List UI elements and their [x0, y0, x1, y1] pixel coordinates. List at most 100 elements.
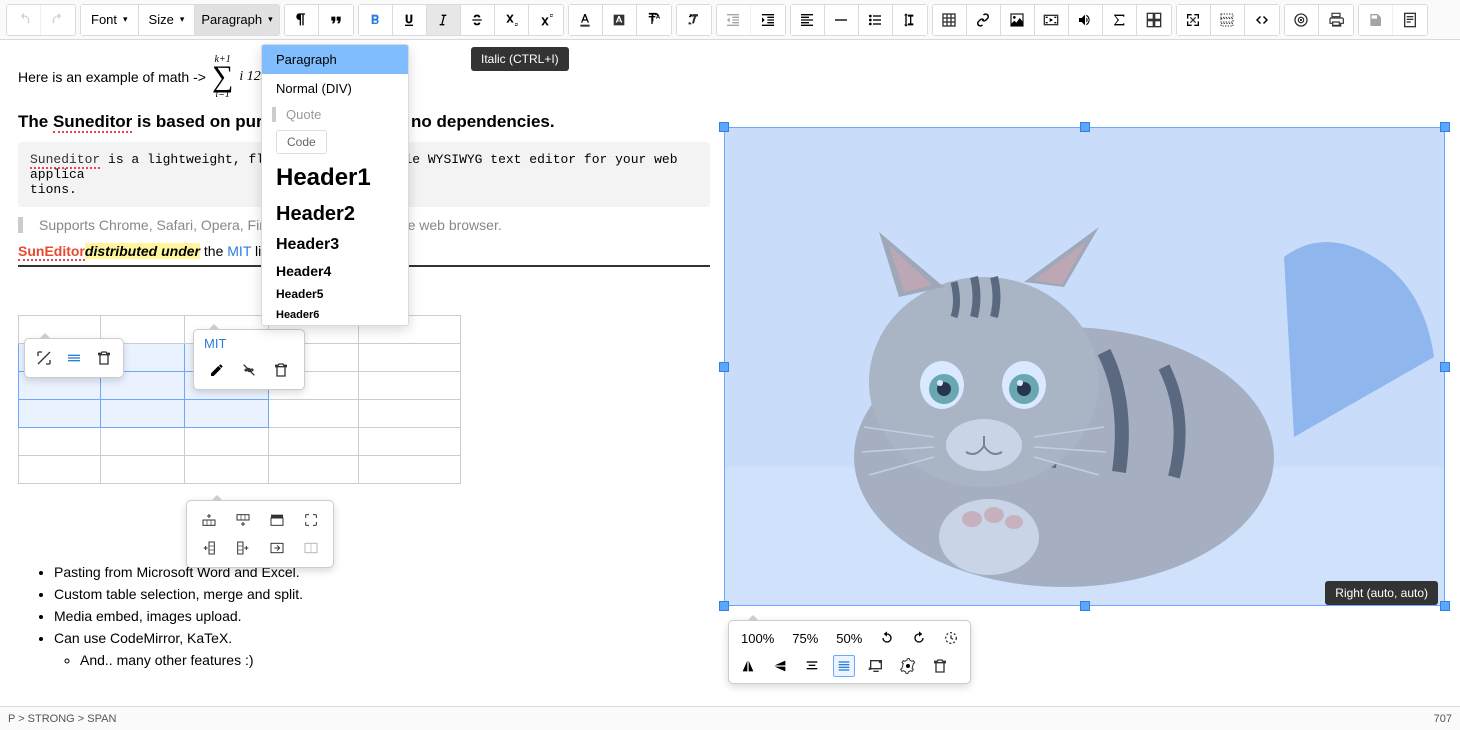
strike-button[interactable]	[461, 5, 495, 35]
pct-50[interactable]: 50%	[832, 629, 866, 648]
subscript-button[interactable]	[495, 5, 529, 35]
rotate-left-icon[interactable]	[876, 627, 898, 649]
resize-handle[interactable]	[1080, 601, 1090, 611]
font-color-button[interactable]	[569, 5, 603, 35]
insert-row-above-icon[interactable]	[195, 509, 223, 531]
mirror-v-icon[interactable]	[769, 655, 791, 677]
table-row	[19, 428, 461, 456]
preview-button[interactable]	[1285, 5, 1319, 35]
selection-overlay	[724, 127, 1445, 606]
size-select[interactable]: Size▾	[139, 5, 196, 35]
link-popup-text[interactable]: MIT	[204, 336, 294, 351]
table-row	[19, 456, 461, 484]
history-group	[6, 4, 76, 36]
char-count: 707	[1434, 713, 1452, 725]
header-icon[interactable]	[263, 509, 291, 531]
math-prefix: Here is an example of math ->	[18, 69, 206, 85]
size-label: Size	[149, 12, 174, 27]
style-group: Font▾ Size▾ Paragraph▾	[80, 4, 280, 36]
image-toolbar: 100% 75% 50%	[728, 620, 971, 684]
delete-image-icon[interactable]	[929, 655, 951, 677]
resize-handle[interactable]	[719, 601, 729, 611]
undo-button[interactable]	[7, 5, 41, 35]
resize-handle[interactable]	[1440, 122, 1450, 132]
insert-col-left-icon[interactable]	[195, 537, 223, 559]
caption-icon[interactable]	[865, 655, 887, 677]
code-view-button[interactable]	[1245, 5, 1279, 35]
revert-icon[interactable]	[940, 627, 962, 649]
text-style-button[interactable]	[637, 5, 671, 35]
pct-75[interactable]: 75%	[788, 629, 822, 648]
fullscreen-button[interactable]	[1177, 5, 1211, 35]
audio-button[interactable]	[1069, 5, 1103, 35]
line-height-button[interactable]	[893, 5, 927, 35]
resize-handle[interactable]	[1080, 122, 1090, 132]
superscript-button[interactable]	[529, 5, 563, 35]
remove-format-button[interactable]	[677, 5, 711, 35]
format-dropdown: Paragraph Normal (DIV) Quote Code Header…	[261, 44, 409, 326]
dropdown-item-code[interactable]: Code	[276, 130, 327, 154]
dropdown-item-h5[interactable]: Header5	[262, 283, 408, 305]
delete-icon[interactable]	[91, 345, 117, 371]
mirror-h-icon[interactable]	[737, 655, 759, 677]
dropdown-item-normal[interactable]: Normal (DIV)	[262, 74, 408, 103]
pct-100[interactable]: 100%	[737, 629, 778, 648]
template-button[interactable]	[1393, 5, 1427, 35]
dropdown-item-h4[interactable]: Header4	[262, 259, 408, 283]
show-blocks-button[interactable]	[1211, 5, 1245, 35]
print-button[interactable]	[1319, 5, 1353, 35]
hr-style-icon[interactable]	[61, 345, 87, 371]
underline-button[interactable]	[393, 5, 427, 35]
resize-handle[interactable]	[719, 122, 729, 132]
bold-button[interactable]	[359, 5, 393, 35]
italic-button[interactable]	[427, 5, 461, 35]
list-button[interactable]	[859, 5, 893, 35]
outdent-button[interactable]	[717, 5, 751, 35]
table-button[interactable]	[933, 5, 967, 35]
expand-icon[interactable]	[297, 509, 325, 531]
dropdown-item-h1[interactable]: Header1	[262, 158, 408, 198]
blockquote-button[interactable]	[319, 5, 353, 35]
image-gallery-button[interactable]	[1137, 5, 1171, 35]
dropdown-item-quote[interactable]: Quote	[272, 107, 398, 122]
align-button[interactable]	[791, 5, 825, 35]
hr-toolbar	[24, 338, 124, 378]
table-popup	[186, 500, 334, 568]
link-button[interactable]	[967, 5, 1001, 35]
edit-image-icon[interactable]	[897, 655, 919, 677]
dropdown-item-h2[interactable]: Header2	[262, 198, 408, 231]
math-button[interactable]	[1103, 5, 1137, 35]
caret-down-icon: ▾	[123, 14, 128, 25]
align-center-icon[interactable]	[801, 655, 823, 677]
unlink-icon[interactable]	[236, 357, 262, 383]
insert-col-right-icon[interactable]	[229, 537, 257, 559]
insert-row-below-icon[interactable]	[229, 509, 257, 531]
dropdown-item-h3[interactable]: Header3	[262, 231, 408, 259]
format-select[interactable]: Paragraph▾	[195, 5, 278, 35]
split-cells-icon[interactable]	[297, 537, 325, 559]
statusbar: P > STRONG > SPAN 707	[0, 706, 1460, 730]
float-basic-icon[interactable]	[833, 655, 855, 677]
rotate-right-icon[interactable]	[908, 627, 930, 649]
dropdown-item-h6[interactable]: Header6	[262, 305, 408, 325]
highlight-color-button[interactable]	[603, 5, 637, 35]
resize-handle[interactable]	[1440, 362, 1450, 372]
edit-link-icon[interactable]	[204, 357, 230, 383]
math-line: Here is an example of math -> k+1 ∑ i=1 …	[18, 54, 1442, 100]
image-selection[interactable]	[724, 127, 1445, 606]
merge-cells-icon[interactable]	[263, 537, 291, 559]
redo-button[interactable]	[41, 5, 75, 35]
link-popup: MIT	[193, 329, 305, 390]
resize-handle[interactable]	[719, 362, 729, 372]
font-select[interactable]: Font▾	[81, 5, 139, 35]
image-button[interactable]	[1001, 5, 1035, 35]
remove-link-icon[interactable]	[268, 357, 294, 383]
indent-button[interactable]	[751, 5, 785, 35]
paragraph-style-button[interactable]	[285, 5, 319, 35]
horizontal-rule-button[interactable]	[825, 5, 859, 35]
video-button[interactable]	[1035, 5, 1069, 35]
resize-handle[interactable]	[1440, 601, 1450, 611]
save-button[interactable]	[1359, 5, 1393, 35]
resize-icon[interactable]	[31, 345, 57, 371]
dropdown-item-paragraph[interactable]: Paragraph	[262, 45, 408, 74]
